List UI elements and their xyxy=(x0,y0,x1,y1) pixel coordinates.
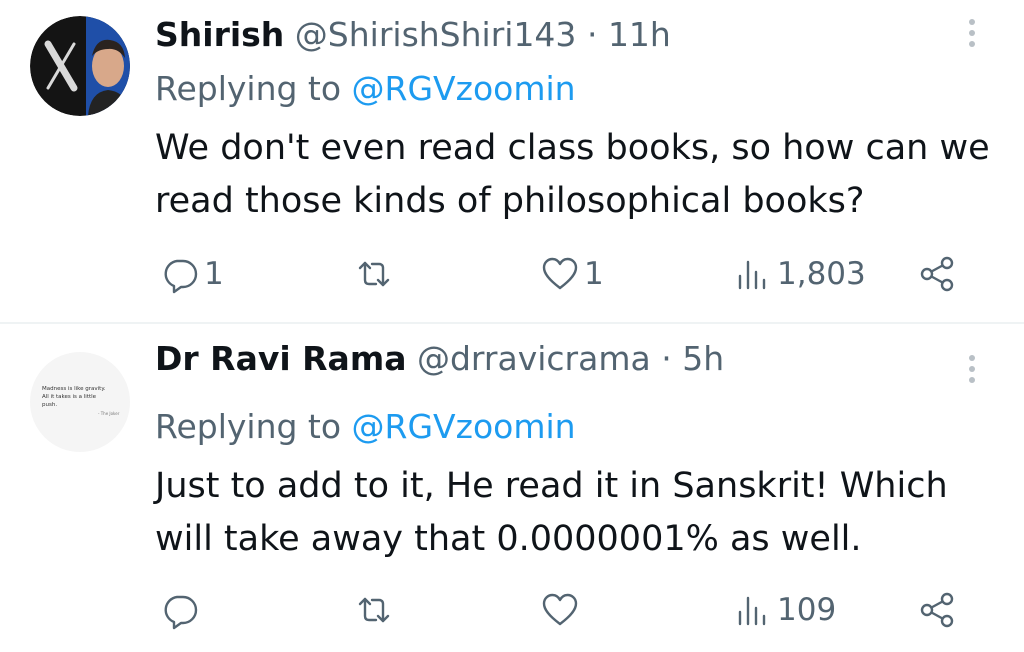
tweet[interactable]: Shirish @ShirishShiri143 · 11h Replying … xyxy=(0,0,1024,322)
mention-link[interactable]: @RGVzoomin xyxy=(352,69,576,108)
avatar-quote-line: All it takes is a little xyxy=(42,394,97,400)
replying-to: Replying to @RGVzoomin xyxy=(155,404,576,450)
like-button[interactable]: 1 xyxy=(540,248,604,300)
avatar-quote-author: - The Joker xyxy=(98,411,120,416)
timestamp[interactable]: 11h xyxy=(608,15,671,54)
mention-link[interactable]: @RGVzoomin xyxy=(352,407,576,446)
avatar[interactable]: Madness is like gravity. All it takes is… xyxy=(30,352,130,452)
separator: · xyxy=(586,15,598,54)
reply-icon xyxy=(164,259,198,294)
avatar-quote-line: Madness is like gravity. xyxy=(42,386,106,392)
tweet-header: Dr Ravi Rama @drravicrama · 5h xyxy=(155,336,724,382)
replying-to: Replying to @RGVzoomin xyxy=(155,66,576,112)
reply-count: 1 xyxy=(204,256,224,292)
reply-button[interactable]: 1 xyxy=(160,248,224,300)
separator: · xyxy=(661,339,672,378)
share-button[interactable] xyxy=(918,248,958,300)
retweet-button[interactable] xyxy=(354,248,398,300)
reply-button[interactable] xyxy=(160,584,204,636)
views-icon xyxy=(738,260,766,290)
avatar-quote-line: push. xyxy=(42,402,57,408)
tweet[interactable]: Madness is like gravity. All it takes is… xyxy=(0,324,1024,652)
avatar-image: Madness is like gravity. All it takes is… xyxy=(30,352,130,452)
reply-icon xyxy=(164,595,198,630)
tweet-header: Shirish @ShirishShiri143 · 11h xyxy=(155,12,671,58)
like-icon xyxy=(542,593,578,626)
replying-to-label: Replying to xyxy=(155,407,352,446)
views-count: 109 xyxy=(777,592,837,628)
tweet-text: We don't even read class books, so how c… xyxy=(155,128,990,221)
display-name[interactable]: Shirish xyxy=(155,15,284,54)
timestamp[interactable]: 5h xyxy=(682,339,724,378)
like-button[interactable] xyxy=(540,584,584,636)
share-icon xyxy=(920,592,954,628)
more-icon[interactable] xyxy=(962,350,982,394)
share-icon xyxy=(920,256,954,292)
replying-to-label: Replying to xyxy=(155,69,352,108)
avatar[interactable] xyxy=(30,16,130,116)
views-button[interactable]: 1,803 xyxy=(733,248,866,300)
action-bar: 109 xyxy=(0,584,1024,636)
retweet-icon xyxy=(358,261,390,287)
views-icon xyxy=(738,596,766,626)
avatar-image xyxy=(30,16,130,116)
like-icon xyxy=(542,257,578,290)
action-bar: 1 1 1,803 xyxy=(0,248,1024,300)
share-button[interactable] xyxy=(918,584,958,636)
retweet-button[interactable] xyxy=(354,584,398,636)
user-handle[interactable]: @ShirishShiri143 xyxy=(295,15,577,54)
like-count: 1 xyxy=(584,256,604,292)
retweet-icon xyxy=(358,597,390,623)
views-button[interactable]: 109 xyxy=(733,584,836,636)
display-name[interactable]: Dr Ravi Rama xyxy=(155,339,406,378)
views-count: 1,803 xyxy=(777,256,866,292)
user-handle[interactable]: @drravicrama xyxy=(417,339,651,378)
more-icon[interactable] xyxy=(962,14,982,58)
tweet-text: Just to add to it, He read it in Sanskri… xyxy=(155,466,948,559)
